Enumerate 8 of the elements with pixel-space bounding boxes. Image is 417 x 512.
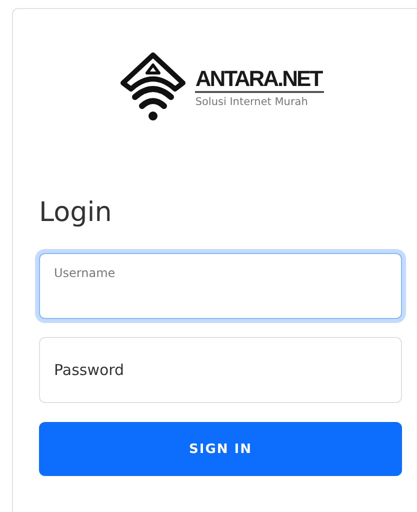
field-label: Password [54, 361, 124, 379]
sign-in-button[interactable]: SIGN IN [39, 422, 402, 476]
brand-name: ANTARA.NET [195, 66, 324, 92]
input-field[interactable]: Password [39, 337, 402, 403]
login-heading: Login [39, 196, 113, 230]
field-label: Username [54, 266, 116, 280]
input-field[interactable]: Username [39, 253, 402, 319]
brand-tagline: Solusi Internet Murah [195, 96, 309, 108]
